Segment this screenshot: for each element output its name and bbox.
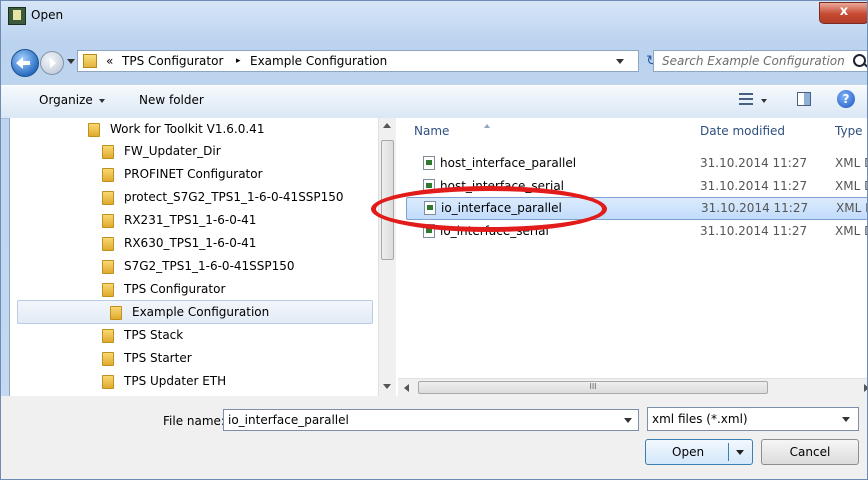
address-dropdown-icon[interactable]: [616, 59, 624, 64]
chevron-down-icon: [842, 417, 850, 422]
recent-locations-dropdown-icon[interactable]: [67, 59, 75, 64]
scrollbar-thumb[interactable]: [381, 140, 394, 260]
breadcrumb-overflow[interactable]: «: [106, 54, 113, 68]
folder-icon: [102, 145, 114, 159]
scroll-up-icon[interactable]: [383, 123, 391, 128]
folder-icon: [102, 260, 114, 274]
open-dialog: Open x « TPS Configurator ▸ Example Conf…: [0, 0, 868, 480]
command-bar: Organize New folder: [1, 85, 867, 119]
change-view-icon[interactable]: [739, 93, 753, 105]
help-icon[interactable]: ?: [837, 90, 855, 108]
folder-icon: [110, 306, 122, 320]
file-row-host-interface-parallel[interactable]: host_interface_parallel 31.10.2014 11:27…: [398, 152, 867, 175]
folder-icon: [83, 54, 97, 68]
new-folder-button[interactable]: New folder: [139, 93, 204, 107]
xml-file-icon: [423, 224, 435, 238]
xml-file-icon: [424, 201, 436, 215]
open-options-dropdown-icon[interactable]: [736, 450, 744, 455]
content-area: Work for Toolkit V1.6.0.41 FW_Updater_Di…: [9, 118, 867, 396]
back-button[interactable]: [11, 49, 39, 77]
file-list[interactable]: Name Date modified Type host_interface_p…: [398, 118, 867, 396]
search-icon[interactable]: [853, 54, 866, 67]
scroll-left-icon[interactable]: [404, 384, 409, 392]
scroll-right-icon[interactable]: [864, 384, 867, 392]
open-button[interactable]: Open: [645, 439, 753, 465]
column-header-name[interactable]: Name: [414, 124, 490, 138]
title-bar[interactable]: Open x: [1, 1, 867, 31]
file-list-horizontal-scrollbar[interactable]: III: [398, 378, 867, 396]
column-header-type[interactable]: Type: [835, 124, 863, 138]
open-button-label: Open: [672, 445, 705, 459]
file-row-io-interface-parallel[interactable]: io_interface_parallel 31.10.2014 11:27 X…: [406, 197, 867, 220]
folder-icon: [102, 375, 114, 389]
file-name-value: io_interface_parallel: [228, 413, 349, 427]
folder-icon: [102, 352, 114, 366]
file-name-dropdown-icon[interactable]: [624, 418, 632, 423]
folder-icon: [102, 168, 114, 182]
forward-button[interactable]: [40, 51, 64, 75]
column-header-date-modified[interactable]: Date modified: [700, 124, 785, 138]
window-title: Open: [31, 8, 64, 22]
cancel-button[interactable]: Cancel: [761, 439, 859, 465]
split-divider: [728, 443, 729, 461]
folder-icon: [102, 191, 114, 205]
breadcrumb-example-configuration[interactable]: Example Configuration: [250, 54, 387, 68]
folder-icon: [102, 214, 114, 228]
sort-ascending-icon: [484, 124, 490, 128]
file-type-filter-value: xml files (*.xml): [652, 412, 748, 426]
folder-icon: [88, 123, 100, 137]
file-row-io-interface-serial[interactable]: io_interface_serial 31.10.2014 11:27 XML…: [398, 220, 867, 243]
breadcrumb-separator-icon[interactable]: ▸: [236, 56, 241, 66]
file-name-input[interactable]: io_interface_parallel: [223, 409, 639, 431]
address-bar[interactable]: « TPS Configurator ▸ Example Configurati…: [77, 50, 639, 72]
scrollbar-thumb[interactable]: III: [418, 381, 768, 394]
search-placeholder: Search Example Configuration: [662, 54, 845, 68]
file-name-label: File name:: [163, 414, 225, 428]
view-options-dropdown-icon[interactable]: [761, 99, 767, 103]
xml-file-icon: [423, 156, 435, 170]
app-icon: [8, 7, 26, 25]
breadcrumb-tps-configurator[interactable]: TPS Configurator: [122, 54, 223, 68]
folder-icon: [102, 283, 114, 297]
search-input[interactable]: Search Example Configuration: [653, 50, 867, 72]
preview-pane-icon[interactable]: [797, 92, 811, 106]
xml-file-icon: [423, 179, 435, 193]
file-type-filter-select[interactable]: xml files (*.xml): [647, 407, 859, 431]
organize-button[interactable]: Organize: [39, 93, 105, 107]
navigation-pane[interactable]: Work for Toolkit V1.6.0.41 FW_Updater_Di…: [10, 118, 378, 396]
close-button[interactable]: x: [819, 2, 867, 24]
folder-icon: [102, 329, 114, 343]
folder-icon: [102, 237, 114, 251]
file-row-host-interface-serial[interactable]: host_interface_serial 31.10.2014 11:27 X…: [398, 175, 867, 198]
scroll-down-icon[interactable]: [383, 384, 391, 389]
navigation-scrollbar[interactable]: [378, 118, 396, 396]
